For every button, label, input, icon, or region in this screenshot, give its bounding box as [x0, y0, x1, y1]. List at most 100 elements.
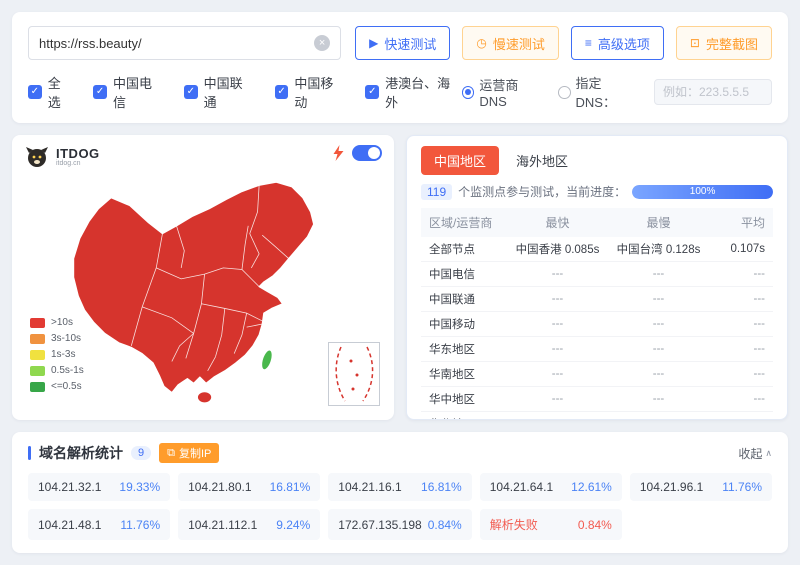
- quick-test-button[interactable]: ▶快速测试: [355, 26, 450, 60]
- ip-address: 104.21.48.1: [38, 518, 101, 532]
- action-buttons: ▶快速测试 ◷慢速测试 ≡高级选项 ⊡ 完整截图: [355, 26, 772, 60]
- table-row: 华中地区---------: [421, 387, 773, 412]
- table-cell: ---: [507, 312, 608, 337]
- advanced-options-button[interactable]: ≡高级选项: [571, 26, 664, 60]
- checkbox-icon: ✓: [93, 85, 107, 99]
- map-mode-toggle[interactable]: [352, 145, 382, 161]
- lightning-icon[interactable]: [333, 145, 344, 161]
- ip-address: 104.21.64.1: [490, 480, 553, 494]
- quick-test-button-icon: ▶: [369, 36, 378, 50]
- slow-test-button[interactable]: ◷慢速测试: [462, 26, 559, 60]
- table-header-cell: 平均: [709, 208, 773, 237]
- collapse-button[interactable]: 收起 ∧: [738, 445, 772, 462]
- legend-item: 3s-10s: [30, 333, 84, 344]
- ip-percentage: 12.61%: [571, 480, 612, 494]
- url-input[interactable]: https://rss.beauty/ ×: [28, 26, 341, 60]
- table-cell: ---: [507, 262, 608, 287]
- check-unicom-label: 中国联通: [204, 73, 255, 111]
- check-telecom-label: 中国电信: [113, 73, 164, 111]
- table-header-cell: 最慢: [608, 208, 709, 237]
- table-cell: 华北地区: [421, 412, 507, 421]
- legend-swatch: [30, 366, 45, 376]
- monitor-results-card: 中国地区海外地区 119 个监测点参与测试，当前进度： 100% 区域/运营商最…: [406, 135, 788, 420]
- legend-swatch: [30, 334, 45, 344]
- progress-row: 119 个监测点参与测试，当前进度： 100%: [421, 183, 773, 200]
- south-china-sea-inset: [328, 342, 380, 406]
- radio-dot: [558, 86, 571, 99]
- ip-results-grid: 104.21.32.119.33%104.21.80.116.81%104.21…: [28, 473, 772, 540]
- dns-stats-title: 域名解析统计: [39, 443, 123, 463]
- ip-percentage: 19.33%: [119, 480, 160, 494]
- table-cell: ---: [507, 337, 608, 362]
- ip-cell: 104.21.16.1 16.81%: [328, 473, 471, 501]
- legend-label: 1s-3s: [51, 349, 75, 360]
- china-map-card: ITDOG itdog.cn: [12, 135, 394, 420]
- itdog-logo: ITDOG itdog.cn: [24, 145, 100, 169]
- check-overseas[interactable]: ✓港澳台、海外: [365, 73, 461, 111]
- table-cell: ---: [709, 412, 773, 421]
- legend-label: 3s-10s: [51, 333, 81, 344]
- ip-percentage: 16.81%: [270, 480, 311, 494]
- table-cell: ---: [507, 412, 608, 421]
- table-row: 全部节点中国香港 0.085s中国台湾 0.128s0.107s: [421, 237, 773, 262]
- table-header-cell: 区域/运营商: [421, 208, 507, 237]
- table-cell: ---: [608, 337, 709, 362]
- check-all[interactable]: ✓全选: [28, 73, 73, 111]
- radio-dot: [462, 86, 475, 99]
- url-value: https://rss.beauty/: [39, 36, 306, 51]
- table-cell: 中国台湾 0.128s: [608, 237, 709, 262]
- radio-custom-dns[interactable]: 指定DNS：: [558, 73, 640, 111]
- copy-ip-button[interactable]: ⧉ 复制IP: [159, 443, 219, 463]
- table-header-row: 区域/运营商最快最慢平均: [421, 208, 773, 237]
- legend-item: 0.5s-1s: [30, 365, 84, 376]
- table-row: 中国电信---------: [421, 262, 773, 287]
- tab-中国地区[interactable]: 中国地区: [421, 146, 499, 175]
- custom-dns-input[interactable]: [654, 79, 772, 105]
- legend-label: <=0.5s: [51, 381, 82, 392]
- radio-isp-dns[interactable]: 运营商DNS: [462, 75, 544, 109]
- table-row: 中国移动---------: [421, 312, 773, 337]
- table-cell: ---: [709, 362, 773, 387]
- table-cell: ---: [709, 387, 773, 412]
- table-cell: 中国移动: [421, 312, 507, 337]
- url-row: https://rss.beauty/ × ▶快速测试 ◷慢速测试 ≡高级选项 ⊡ 完整…: [28, 26, 772, 60]
- ip-percentage: 16.81%: [421, 480, 462, 494]
- ip-percentage: 0.84%: [578, 518, 612, 532]
- check-unicom[interactable]: ✓ 中国联通: [184, 73, 255, 111]
- table-cell: ---: [709, 337, 773, 362]
- page: https://rss.beauty/ × ▶快速测试 ◷慢速测试 ≡高级选项 ⊡ 完整…: [0, 0, 800, 565]
- legend-item: >10s: [30, 317, 84, 328]
- dns-stats-card: 域名解析统计 9 ⧉ 复制IP 收起 ∧ 104.21.32.119.33%10…: [12, 432, 788, 553]
- table-cell: 全部节点: [421, 237, 507, 262]
- full-screenshot-button[interactable]: ⊡ 完整截图: [676, 26, 772, 60]
- ip-address: 104.21.16.1: [338, 480, 401, 494]
- progress-text: 个监测点参与测试，当前进度：: [458, 183, 626, 200]
- clear-icon[interactable]: ×: [314, 35, 330, 51]
- legend-label: 0.5s-1s: [51, 365, 84, 376]
- table-cell: ---: [709, 312, 773, 337]
- table-cell: 中国电信: [421, 262, 507, 287]
- check-telecom[interactable]: ✓ 中国电信: [93, 73, 164, 111]
- speed-legend: >10s 3s-10s 1s-3s 0.5s-1s <=0.5s: [30, 317, 84, 392]
- checkbox-icon: ✓: [28, 85, 42, 99]
- dns-stats-header: 域名解析统计 9 ⧉ 复制IP 收起 ∧: [28, 443, 772, 463]
- ip-cell-error: 解析失败0.84%: [480, 509, 622, 540]
- tab-海外地区[interactable]: 海外地区: [503, 146, 581, 175]
- ip-cell: 104.21.96.111.76%: [630, 473, 772, 501]
- checkbox-icon: ✓: [184, 85, 198, 99]
- full-screenshot-button-icon: ⊡: [690, 36, 700, 50]
- copy-ip-label: 复制IP: [179, 445, 211, 461]
- table-cell: ---: [507, 387, 608, 412]
- table-header-cell: 最快: [507, 208, 608, 237]
- table-cell: 中国联通: [421, 287, 507, 312]
- legend-item: 1s-3s: [30, 349, 84, 360]
- table-cell: 华南地区: [421, 362, 507, 387]
- full-screenshot-button-label: 完整截图: [706, 34, 758, 53]
- table-cell: 华东地区: [421, 337, 507, 362]
- advanced-options-button-icon: ≡: [585, 36, 592, 50]
- check-mobile[interactable]: ✓中国移动: [275, 73, 346, 111]
- ip-address: 104.21.112.1: [188, 518, 257, 532]
- table-cell: ---: [608, 387, 709, 412]
- dns-count-badge: 9: [131, 446, 151, 460]
- ip-address: 172.67.135.198: [338, 518, 421, 532]
